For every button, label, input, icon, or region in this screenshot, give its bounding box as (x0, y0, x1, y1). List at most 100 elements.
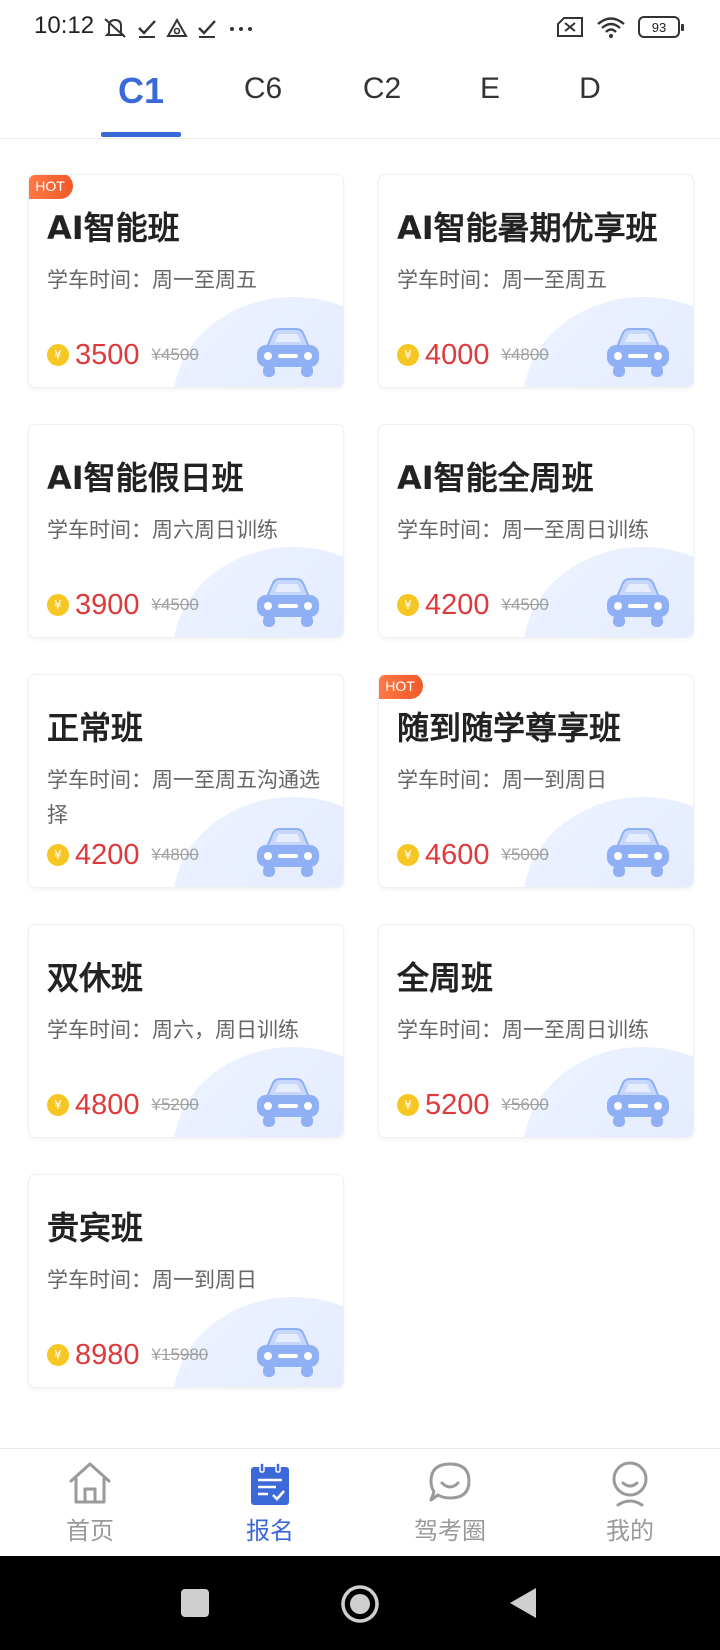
price-row: ¥ 3900 ¥4500 (47, 585, 199, 625)
coin-icon: ¥ (47, 594, 69, 616)
status-time: 10:12 (34, 12, 95, 39)
original-price: ¥4800 (151, 845, 199, 864)
car-icon (607, 1078, 669, 1127)
coin-icon: ¥ (47, 844, 69, 866)
course-time: 学车时间：周六周日训练 (47, 518, 278, 542)
price: 4200 (425, 588, 490, 621)
price: 5200 (425, 1088, 490, 1121)
price-row: ¥ 3500 ¥4500 (47, 335, 199, 375)
course-card[interactable]: 全周班 学车时间：周一至周日训练 ¥ 5200 ¥5600 (379, 925, 693, 1137)
nav-label: 报名 (246, 1517, 294, 1545)
original-price: ¥4500 (151, 595, 199, 614)
car-icon (257, 1078, 319, 1127)
course-title: AI智能班 (47, 209, 180, 247)
course-time: 学车时间：周一至周日训练 (397, 518, 649, 542)
profile-icon (612, 1461, 648, 1507)
tab-label: C2 (362, 72, 402, 105)
car-icon (257, 1328, 319, 1377)
price-row: ¥ 4800 ¥5200 (47, 1085, 199, 1125)
status-bar: 10:12 93 (0, 0, 720, 56)
car-icon (607, 328, 669, 377)
tab-c1[interactable]: C1 (101, 70, 181, 136)
course-card[interactable]: HOT 随到随学尊享班 学车时间：周一到周日 ¥ 4600 ¥5000 (379, 675, 693, 887)
car-icon (607, 828, 669, 877)
nav-label: 我的 (606, 1517, 654, 1545)
car-icon (257, 328, 319, 377)
tab-d[interactable]: D (550, 72, 630, 138)
tab-c6[interactable]: C6 (223, 72, 303, 138)
price: 3500 (75, 338, 140, 371)
coin-icon: ¥ (397, 844, 419, 866)
hot-badge: HOT (379, 675, 423, 699)
course-title: 全周班 (397, 959, 494, 997)
price: 3900 (75, 588, 140, 621)
battery-level: 93 (651, 19, 667, 35)
course-time: 学车时间：周一到周日 (47, 1268, 257, 1292)
course-card[interactable]: HOT AI智能班 学车时间：周一至周五 ¥ 3500 ¥4500 (29, 175, 343, 387)
battery-icon: 93 (638, 16, 684, 38)
mute-icon (104, 18, 126, 38)
status-icons-right: 93 (556, 12, 684, 42)
tab-e[interactable]: E (450, 72, 530, 138)
course-card[interactable]: 贵宾班 学车时间：周一到周日 ¥ 8980 ¥15980 (29, 1175, 343, 1387)
price: 4000 (425, 338, 490, 371)
home-button-icon[interactable] (340, 1584, 380, 1624)
original-price: ¥5200 (151, 1095, 199, 1114)
active-tab-indicator (101, 132, 181, 137)
nav-profile[interactable]: 我的 (570, 1459, 690, 1555)
sim-off-icon (557, 17, 583, 37)
nav-community[interactable]: 驾考圈 (390, 1459, 510, 1555)
recent-apps-icon[interactable] (180, 1588, 210, 1618)
price-row: ¥ 8980 ¥15980 (47, 1335, 208, 1375)
nav-home[interactable]: 首页 (30, 1459, 150, 1555)
signup-icon (251, 1462, 289, 1505)
car-icon (257, 578, 319, 627)
coin-icon: ¥ (47, 344, 69, 366)
coin-icon: ¥ (397, 594, 419, 616)
course-card[interactable]: AI智能暑期优享班 学车时间：周一至周五 ¥ 4000 ¥4800 (379, 175, 693, 387)
course-time: 学车时间：周一至周五沟通选择 (47, 768, 320, 827)
course-title: 贵宾班 (47, 1209, 144, 1247)
system-nav-bar (0, 1556, 720, 1650)
course-card[interactable]: AI智能全周班 学车时间：周一至周日训练 ¥ 4200 ¥4500 (379, 425, 693, 637)
tab-label: D (579, 72, 601, 105)
original-price: ¥5600 (501, 1095, 549, 1114)
course-title: AI智能暑期优享班 (397, 209, 658, 247)
triangle-icon (166, 17, 188, 37)
course-title: AI智能全周班 (397, 459, 594, 497)
course-title: AI智能假日班 (47, 459, 244, 497)
original-price: ¥4500 (151, 345, 199, 364)
course-time: 学车时间：周一至周五 (47, 268, 257, 292)
original-price: ¥4500 (501, 595, 549, 614)
chat-icon (429, 1462, 471, 1502)
price-row: ¥ 4000 ¥4800 (397, 335, 549, 375)
original-price: ¥15980 (151, 1345, 209, 1364)
course-card[interactable]: 正常班 学车时间：周一至周五沟通选择 ¥ 4200 ¥4800 (29, 675, 343, 887)
course-time: 学车时间：周六，周日训练 (47, 1018, 299, 1042)
original-price: ¥5000 (501, 845, 549, 864)
coin-icon: ¥ (47, 1344, 69, 1366)
course-time: 学车时间：周一至周日训练 (397, 1018, 649, 1042)
car-icon (257, 828, 319, 877)
course-time: 学车时间：周一到周日 (397, 768, 607, 792)
course-card[interactable]: AI智能假日班 学车时间：周六周日训练 ¥ 3900 ¥4500 (29, 425, 343, 637)
tab-c2[interactable]: C2 (342, 72, 422, 138)
price: 4200 (75, 838, 140, 871)
status-icons-left (102, 14, 256, 42)
price-row: ¥ 4200 ¥4500 (397, 585, 549, 625)
wifi-icon (597, 17, 625, 38)
nav-signup[interactable]: 报名 (210, 1459, 330, 1555)
price: 8980 (75, 1338, 140, 1371)
original-price: ¥4800 (501, 345, 549, 364)
check-icon (198, 20, 216, 38)
back-icon[interactable] (508, 1586, 538, 1620)
hot-badge: HOT (29, 175, 73, 199)
course-time: 学车时间：周一至周五 (397, 268, 607, 292)
bottom-nav: 首页 报名 驾考圈 我的 (0, 1448, 720, 1557)
more-icon (230, 27, 252, 31)
nav-label: 驾考圈 (414, 1517, 486, 1545)
course-title: 随到随学尊享班 (397, 709, 622, 747)
course-title: 双休班 (47, 959, 144, 997)
license-type-tabs: C1 C6 C2 E D (0, 58, 720, 139)
course-card[interactable]: 双休班 学车时间：周六，周日训练 ¥ 4800 ¥5200 (29, 925, 343, 1137)
